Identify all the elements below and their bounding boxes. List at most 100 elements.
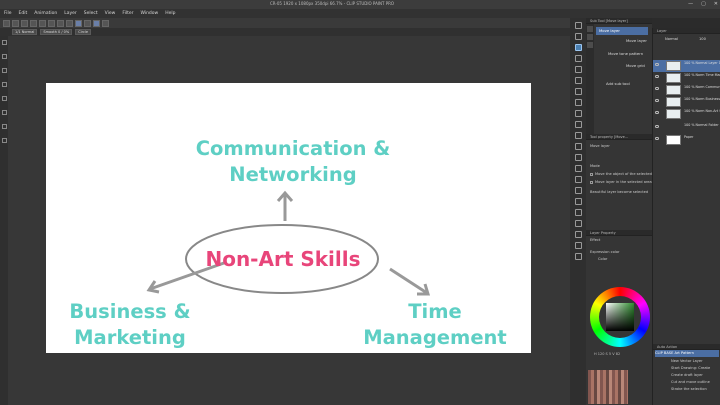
snap-icon[interactable] [75, 19, 82, 27]
decoration-icon[interactable] [574, 143, 582, 150]
ruler-tool-icon[interactable] [574, 220, 582, 227]
eye-icon[interactable] [655, 125, 659, 128]
subtool-tab[interactable] [587, 26, 593, 32]
fill-icon[interactable] [57, 19, 64, 27]
eye-icon[interactable] [655, 75, 659, 78]
menu-window[interactable]: Window [140, 11, 158, 16]
clear-icon[interactable] [48, 19, 55, 27]
layer-row[interactable]: Paper [653, 134, 720, 146]
new-file-icon[interactable] [3, 19, 10, 27]
eye-icon[interactable] [655, 111, 659, 114]
checkbox[interactable] [590, 180, 593, 184]
correct-line-icon[interactable] [574, 253, 582, 260]
move-layer-icon[interactable] [574, 55, 582, 62]
layer-row[interactable]: 100 % Norm Business... [653, 96, 720, 108]
subtool-header: Sub Tool [Move layer] [586, 18, 652, 24]
eye-icon[interactable] [655, 87, 659, 90]
page-icon[interactable] [1, 138, 7, 143]
transform-icon[interactable] [66, 19, 73, 27]
layer-row[interactable]: 100 % Norm Non-Art Sk... [653, 108, 720, 120]
move-tool-icon[interactable] [1, 40, 7, 45]
operation-icon[interactable] [574, 44, 582, 51]
canvas-area[interactable]: Communication & Networking Non-Art Skill… [8, 36, 570, 405]
selection-icon[interactable] [574, 66, 582, 73]
tool-option-row[interactable]: Move the object of the selected... [590, 172, 655, 176]
menu-help[interactable]: Help [165, 11, 175, 16]
expression-color-select[interactable]: Color [598, 257, 607, 261]
lasso-icon[interactable] [574, 77, 582, 84]
blend-icon[interactable] [574, 165, 582, 172]
menu-select[interactable]: Select [84, 11, 98, 16]
eye-icon[interactable] [655, 99, 659, 102]
save-icon[interactable] [21, 19, 28, 27]
subtool-item-move-grid[interactable]: Move grid [596, 62, 645, 70]
layer-row[interactable]: 100 % Normal Folder 1 [653, 122, 720, 134]
special-ruler-icon[interactable] [102, 19, 109, 27]
action-item[interactable]: Stroke the selection [655, 386, 719, 393]
frame-border-icon[interactable] [574, 209, 582, 216]
canvas-paper[interactable]: Communication & Networking Non-Art Skill… [46, 83, 531, 353]
menu-filter[interactable]: Filter [122, 11, 133, 16]
skill-communication-line2: Networking [229, 163, 357, 186]
pencil-icon[interactable] [574, 110, 582, 117]
rotate-tool-icon[interactable] [1, 82, 7, 87]
pen-icon[interactable] [574, 99, 582, 106]
hand-tool-icon[interactable] [1, 68, 7, 73]
subtool-tab[interactable] [587, 34, 593, 40]
color-wheel-palette: H 120 S 5 V 82 [586, 282, 652, 362]
action-set-select[interactable]: CLIP BASE Art Pattern [655, 350, 719, 357]
saturation-value-square[interactable] [606, 303, 634, 331]
undo-icon[interactable] [30, 19, 37, 27]
material-thumbnails[interactable] [588, 370, 628, 404]
zoom-icon[interactable] [574, 22, 582, 29]
eye-icon[interactable] [655, 63, 659, 66]
opacity-field[interactable]: 100 [699, 37, 706, 41]
action-item[interactable]: Start Drawing: Create [655, 365, 719, 372]
layer-row[interactable]: 100 % Norm Time Manag... [653, 72, 720, 84]
text-icon[interactable] [574, 231, 582, 238]
frame-icon[interactable] [1, 124, 7, 129]
smooth-field[interactable]: Smooth 0 / 0% [40, 29, 73, 35]
layer-tool-icon[interactable] [1, 96, 7, 101]
shape-field[interactable]: Circle [75, 29, 92, 35]
add-subtool-button[interactable]: Add sub tool [596, 80, 630, 88]
menu-file[interactable]: File [4, 11, 12, 16]
minimize-button[interactable]: — [688, 1, 693, 7]
subtool-tab[interactable] [587, 42, 593, 48]
layer-row[interactable]: 100 % Normal Layer 1 [653, 60, 720, 72]
ruler-icon[interactable] [84, 19, 91, 27]
menu-view[interactable]: View [105, 11, 116, 16]
checkbox[interactable] [590, 172, 593, 176]
subtool-item-move-layer-2[interactable]: Move layer [596, 37, 647, 45]
menu-animation[interactable]: Animation [34, 11, 57, 16]
close-button[interactable]: ✕ [714, 1, 718, 7]
action-item[interactable]: New Vector Layer [655, 358, 719, 365]
zoom-tool-icon[interactable] [1, 54, 7, 59]
fill-bucket-icon[interactable] [574, 176, 582, 183]
menu-edit[interactable]: Edit [19, 11, 28, 16]
layer-row[interactable]: 100 % Norm Communic... [653, 84, 720, 96]
hand-icon[interactable] [574, 33, 582, 40]
blend-mode-select[interactable]: Normal [665, 37, 678, 41]
action-item[interactable]: Create draft layer [655, 372, 719, 379]
gradient-icon[interactable] [574, 187, 582, 194]
open-file-icon[interactable] [12, 19, 19, 27]
subtool-item-move-tone[interactable]: Move tone pattern [596, 50, 643, 58]
brush-icon[interactable] [574, 121, 582, 128]
eraser-icon[interactable] [574, 154, 582, 161]
eye-icon[interactable] [655, 137, 659, 140]
airbrush-icon[interactable] [574, 132, 582, 139]
blend-mode-field[interactable]: 1/1 Normal [12, 29, 38, 35]
eyedropper-icon[interactable] [574, 88, 582, 95]
tool-option-row[interactable]: Move layer in the selected area [590, 180, 652, 184]
figure-icon[interactable] [574, 198, 582, 205]
color-wheel[interactable] [590, 287, 650, 347]
subtool-item-move-layer[interactable]: Move layer [596, 27, 648, 35]
redo-icon[interactable] [39, 19, 46, 27]
maximize-button[interactable]: ▢ [701, 1, 706, 7]
action-item[interactable]: Cut and move outline [655, 379, 719, 386]
balloon-icon[interactable] [574, 242, 582, 249]
folder-icon[interactable] [1, 110, 7, 115]
menu-layer[interactable]: Layer [64, 11, 77, 16]
grid-icon[interactable] [93, 19, 100, 27]
